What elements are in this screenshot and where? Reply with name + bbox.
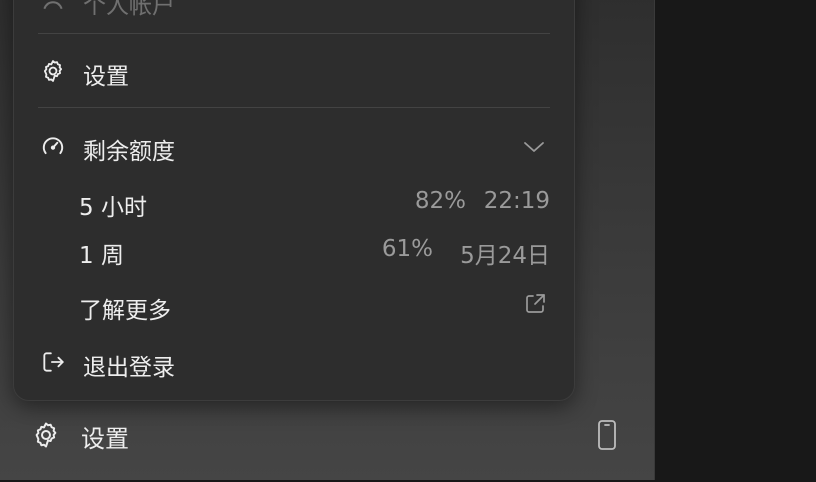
quota-row-label: 1 周	[79, 243, 124, 269]
external-link-icon	[522, 291, 548, 317]
logout-icon	[40, 349, 66, 375]
menu-divider	[38, 33, 550, 34]
logout-label: 退出登录	[83, 355, 175, 381]
quota-row-percent: 82%	[414, 188, 466, 214]
quota-row-percent: 61%	[381, 236, 433, 262]
learn-more-label: 了解更多	[79, 298, 171, 324]
sidebar-settings-label: 设置	[81, 425, 129, 453]
gear-icon	[31, 420, 61, 450]
menu-item-account-label: 个人帐户	[83, 0, 175, 19]
gauge-icon	[40, 133, 66, 159]
quota-row-reset: 22:19	[483, 188, 550, 214]
quota-row-reset: 5月24日	[460, 243, 550, 269]
menu-divider	[38, 107, 550, 108]
user-icon	[40, 0, 66, 12]
menu-item-settings-label: 设置	[83, 64, 129, 90]
phone-icon[interactable]	[594, 418, 620, 452]
chevron-down-icon[interactable]	[521, 136, 547, 158]
quota-row-label: 5 小时	[79, 195, 147, 221]
gear-icon	[40, 58, 66, 84]
menu-item-quota-label: 剩余额度	[83, 139, 175, 165]
